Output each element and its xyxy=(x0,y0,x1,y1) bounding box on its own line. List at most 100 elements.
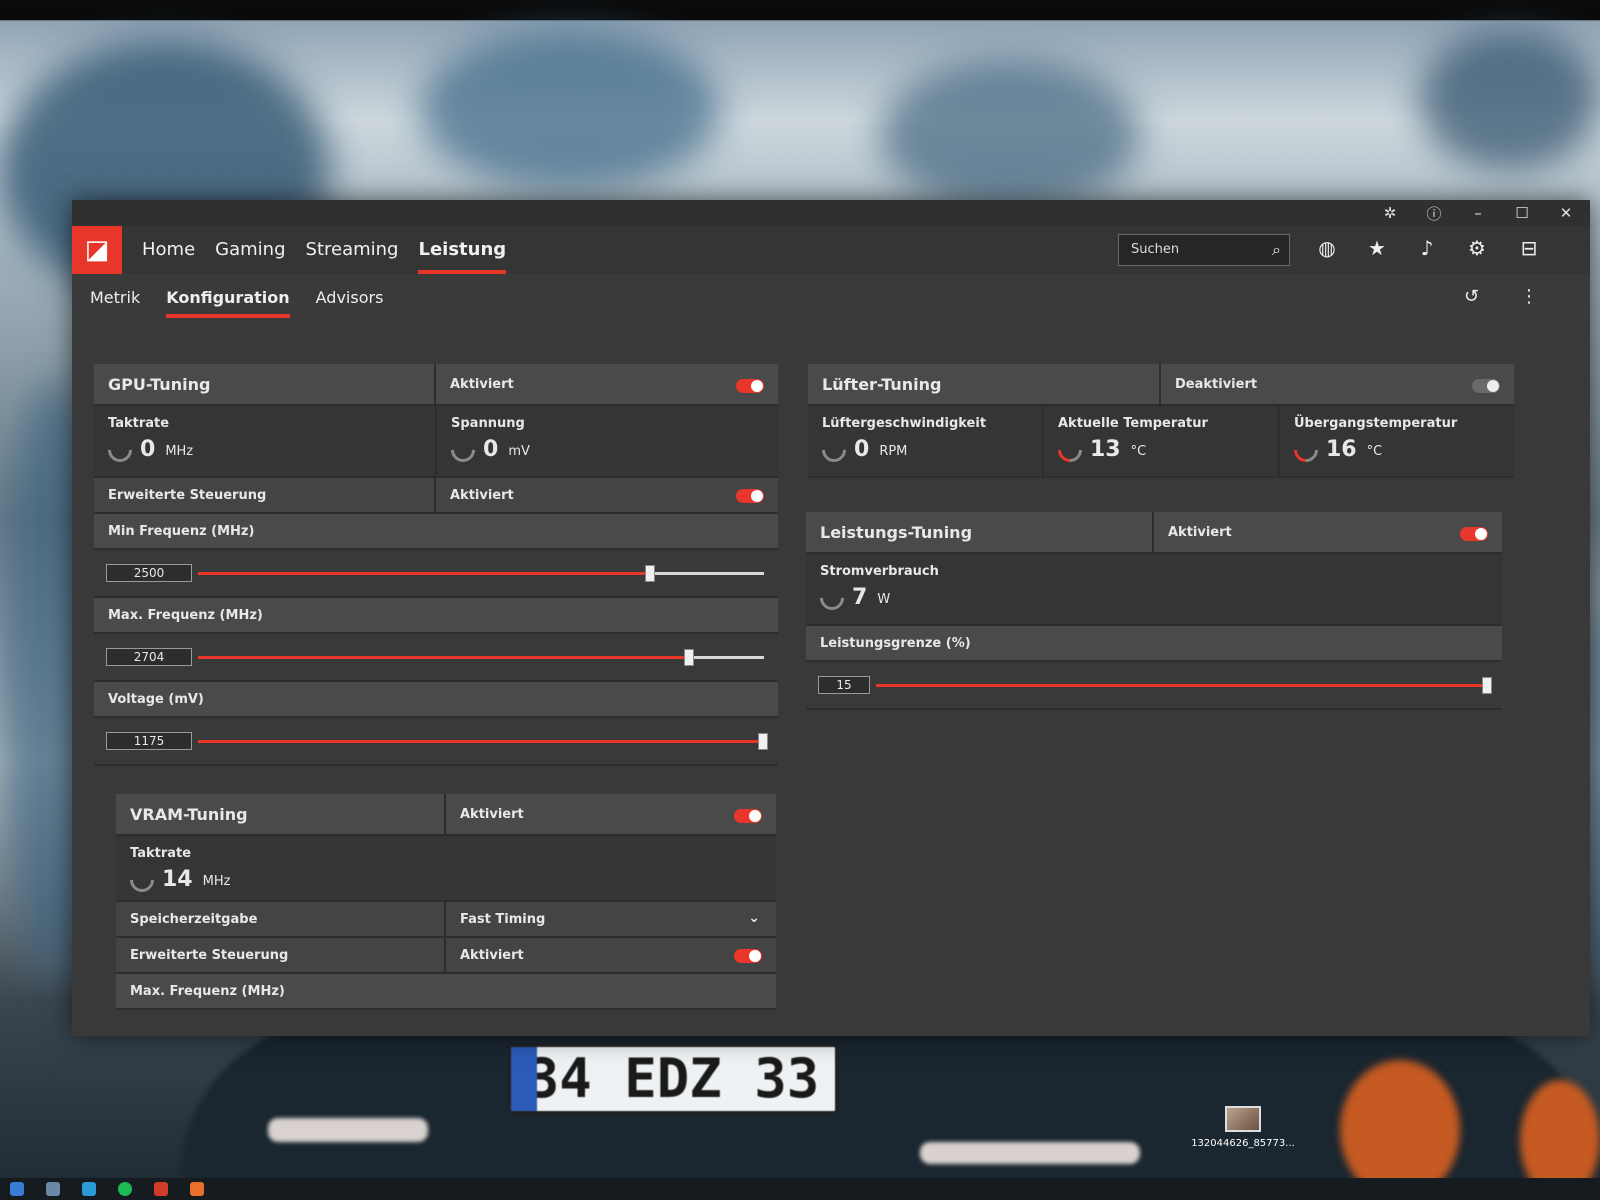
metric-fan-speed: Lüftergeschwindigkeit 0 RPM xyxy=(808,406,1044,476)
memory-timing-select[interactable]: Fast Timing ⌄ xyxy=(446,902,776,936)
background-blur xyxy=(880,60,1140,210)
vram-tuning-panel: VRAM-Tuning Aktiviert Taktrate 14 MHz Sp… xyxy=(116,794,776,1010)
power-tuning-toggle[interactable] xyxy=(1460,527,1488,541)
panel-header: Lüfter-Tuning Deaktiviert xyxy=(808,364,1514,406)
gauge-icon xyxy=(103,432,137,467)
metric-taktrate: Taktrate 0 MHz xyxy=(94,406,437,476)
sidebar-toggle-icon[interactable]: ⊟ xyxy=(1514,236,1544,264)
taskbar xyxy=(0,1178,1600,1200)
max-frequency-slider[interactable] xyxy=(198,649,764,666)
desktop-file-label: 132044626_85773... xyxy=(1191,1138,1295,1149)
slider-fill xyxy=(198,656,691,659)
metrics-row: Lüftergeschwindigkeit 0 RPM Aktuelle Tem… xyxy=(808,406,1514,478)
sub-navigation: Metrik Konfiguration Advisors ↺ ⋮ xyxy=(72,274,1590,322)
star-icon[interactable]: ★ xyxy=(1362,236,1392,264)
taskbar-app-icon[interactable] xyxy=(82,1182,96,1196)
help-icon[interactable]: ⓘ xyxy=(1424,203,1444,224)
metric-unit: W xyxy=(877,592,891,607)
tab-metrik[interactable]: Metrik xyxy=(90,274,140,322)
metric-spannung: Spannung 0 mV xyxy=(437,406,778,476)
more-options-icon[interactable]: ⋮ xyxy=(1520,286,1538,307)
metric-label: Spannung xyxy=(451,416,525,431)
tab-advisors[interactable]: Advisors xyxy=(316,274,384,322)
row-label: Erweiterte Steuerung xyxy=(116,938,446,972)
bug-report-icon[interactable]: ✲ xyxy=(1380,204,1400,222)
max-frequency-input[interactable]: 2704 xyxy=(106,648,192,666)
metric-unit: mV xyxy=(508,444,530,459)
panel-header: Leistungs-Tuning Aktiviert xyxy=(806,512,1502,554)
gauge-icon xyxy=(125,862,159,897)
slider-handle[interactable] xyxy=(644,565,655,582)
metric-label: Aktuelle Temperatur xyxy=(1058,416,1208,431)
nav-streaming[interactable]: Streaming xyxy=(306,226,399,274)
advanced-control-toggle[interactable] xyxy=(736,489,764,503)
slider-fill xyxy=(198,572,651,575)
gpu-tuning-toggle[interactable] xyxy=(736,379,764,393)
power-limit-slider[interactable] xyxy=(876,677,1492,694)
vram-advanced-control-row: Erweiterte Steuerung Aktiviert xyxy=(116,938,776,974)
slider-handle[interactable] xyxy=(758,733,768,750)
min-frequency-slider[interactable] xyxy=(198,565,764,582)
metric-junction-temp: Übergangstemperatur 16 °C xyxy=(1280,406,1514,476)
spotify-icon[interactable] xyxy=(118,1182,132,1196)
slider-handle[interactable] xyxy=(684,649,695,666)
min-frequency-input[interactable]: 2500 xyxy=(106,564,192,582)
voltage-slider-row: 1175 xyxy=(94,718,778,766)
metric-number: 16 xyxy=(1326,437,1357,462)
metric-label: Übergangstemperatur xyxy=(1294,416,1458,431)
fan-tuning-toggle[interactable] xyxy=(1472,379,1500,393)
row-value: Aktiviert xyxy=(446,938,776,972)
panel-title: GPU-Tuning xyxy=(94,364,436,404)
vram-advanced-control-toggle[interactable] xyxy=(734,949,762,963)
state-label: Aktiviert xyxy=(450,377,514,392)
globe-icon[interactable]: ◍ xyxy=(1312,236,1342,264)
image-file-icon xyxy=(1225,1106,1261,1132)
background-blur xyxy=(1420,30,1600,170)
panel-header: VRAM-Tuning Aktiviert xyxy=(116,794,776,836)
metric-unit: MHz xyxy=(202,874,231,889)
search-input[interactable]: Suchen ⌕ xyxy=(1118,234,1290,266)
taskbar-app-icon[interactable] xyxy=(46,1182,60,1196)
metric-number: 13 xyxy=(1090,437,1121,462)
memory-timing-row: Speicherzeitgabe Fast Timing ⌄ xyxy=(116,902,776,938)
metric-unit: °C xyxy=(1366,444,1383,459)
panel-state: Deaktiviert xyxy=(1161,364,1514,404)
nav-gaming[interactable]: Gaming xyxy=(215,226,285,274)
slider-label: Min Frequenz (MHz) xyxy=(94,514,778,550)
taskbar-app-icon[interactable] xyxy=(190,1182,204,1196)
slider-label: Leistungsgrenze (%) xyxy=(806,626,1502,662)
metric-unit: RPM xyxy=(879,444,908,459)
gauge-icon xyxy=(446,432,480,467)
nav-home[interactable]: Home xyxy=(142,226,195,274)
slider-handle[interactable] xyxy=(1482,677,1492,694)
minimize-button[interactable]: – xyxy=(1468,204,1488,222)
taskbar-app-icon[interactable] xyxy=(154,1182,168,1196)
vram-tuning-toggle[interactable] xyxy=(734,809,762,823)
maximize-button[interactable]: ☐ xyxy=(1512,204,1532,222)
metric-label: Taktrate xyxy=(130,846,192,861)
search-icon[interactable]: ⌕ xyxy=(1272,240,1281,260)
panel-title: VRAM-Tuning xyxy=(116,794,446,834)
desktop-file-icon[interactable]: 132044626_85773... xyxy=(1188,1106,1298,1149)
metric-unit: °C xyxy=(1130,444,1147,459)
metric-value: 16 °C xyxy=(1289,432,1500,467)
gear-icon[interactable]: ⚙ xyxy=(1462,236,1492,264)
metric-value: 7 W xyxy=(815,580,1488,615)
nav-leistung[interactable]: Leistung xyxy=(418,226,506,274)
taskbar-app-icon[interactable] xyxy=(10,1182,24,1196)
voltage-slider[interactable] xyxy=(198,733,768,750)
power-limit-input[interactable]: 15 xyxy=(818,676,870,694)
state-label: Aktiviert xyxy=(460,807,524,822)
close-button[interactable]: ✕ xyxy=(1556,204,1576,222)
tab-konfiguration[interactable]: Konfiguration xyxy=(166,274,291,322)
amd-logo-icon[interactable]: ◪ xyxy=(72,226,122,274)
metric-label: Taktrate xyxy=(108,416,170,431)
bell-icon[interactable]: ♪ xyxy=(1412,236,1442,264)
metrics-row: Taktrate 14 MHz xyxy=(116,836,776,902)
gauge-icon xyxy=(1289,432,1323,467)
reset-icon[interactable]: ↺ xyxy=(1464,286,1479,307)
voltage-input[interactable]: 1175 xyxy=(106,732,192,750)
background-blur xyxy=(420,30,720,190)
metric-label: Stromverbrauch xyxy=(820,564,939,579)
metric-current-temp: Aktuelle Temperatur 13 °C xyxy=(1044,406,1280,476)
